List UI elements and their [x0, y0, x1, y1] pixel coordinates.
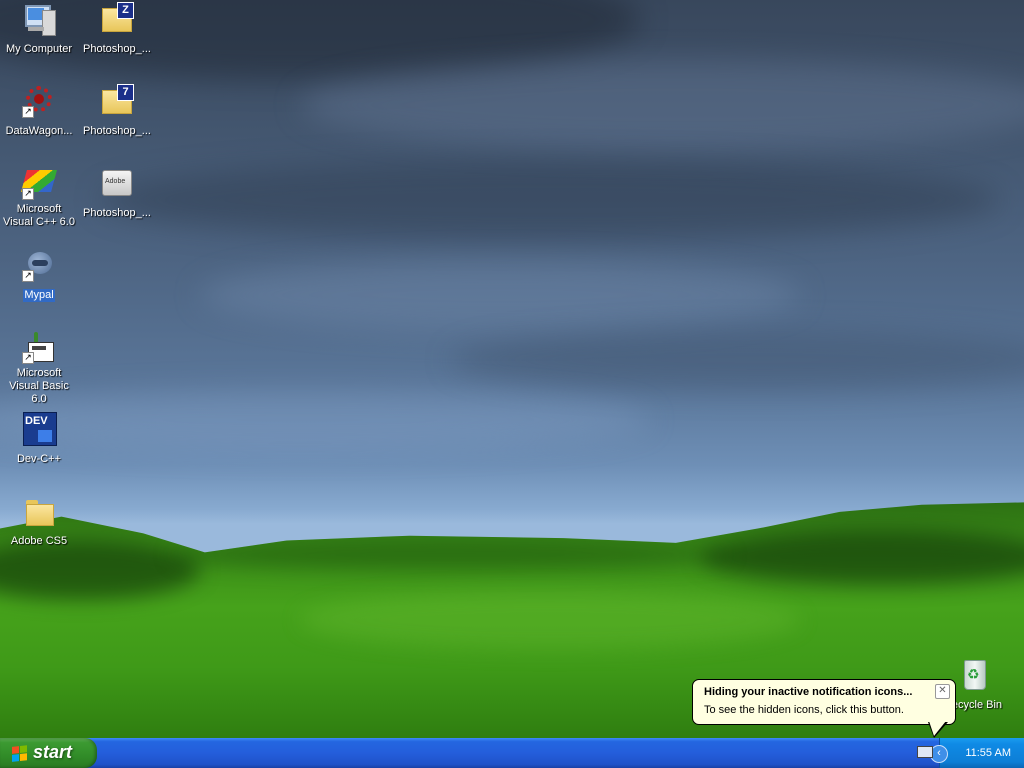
desktop-icon-mypal[interactable]: ↗ Mypal — [0, 248, 78, 303]
my-computer-icon — [22, 2, 56, 36]
desktop-icon-visual-basic[interactable]: ↗ Microsoft Visual Basic 6.0 — [0, 330, 78, 407]
desktop-icon-adobe-cs5[interactable]: Adobe CS5 — [0, 494, 78, 549]
shortcut-arrow-icon: ↗ — [22, 188, 34, 200]
7z-folder-icon: 7 — [100, 84, 134, 118]
clock[interactable]: 11:55 AM — [965, 747, 1011, 759]
start-label: start — [33, 742, 73, 762]
desktop-icon-photoshop-7z[interactable]: 7 Photoshop_... — [78, 84, 156, 139]
shortcut-arrow-icon: ↗ — [22, 106, 34, 118]
recycle-bin-icon: ♻ — [956, 658, 990, 692]
icon-label: Photoshop_... — [83, 125, 151, 137]
shortcut-arrow-icon: ↗ — [22, 352, 34, 364]
adobe-badge: Adobe — [105, 178, 126, 185]
icon-label: Microsoft Visual C++ 6.0 — [3, 203, 75, 228]
icon-label: My Computer — [5, 43, 73, 55]
icon-label: Microsoft Visual Basic 6.0 — [9, 367, 69, 405]
desktop-icon-photoshop-zip[interactable]: Z Photoshop_... — [78, 2, 156, 57]
visual-basic-icon: ↗ — [22, 330, 56, 364]
windows-logo-icon — [12, 745, 28, 762]
adobe-box-icon: Adobe — [100, 166, 134, 200]
dev-cpp-icon: DEV — [22, 412, 57, 446]
balloon-tail-fill — [929, 721, 946, 736]
datawagon-icon: ↗ — [22, 84, 56, 118]
mypal-icon: ↗ — [22, 248, 56, 282]
desktop-icon-datawagon[interactable]: ↗ DataWagon... — [0, 84, 78, 139]
notification-balloon[interactable]: Hiding your inactive notification icons.… — [692, 679, 956, 725]
desktop-icon-dev-cpp[interactable]: DEV Dev-C++ — [0, 412, 78, 467]
system-tray[interactable]: ‹ 11:55 AM — [930, 738, 1024, 768]
visual-cpp-icon: ↗ — [21, 166, 57, 200]
chevron-left-icon: ‹ — [937, 747, 941, 759]
icon-label: Dev-C++ — [16, 453, 62, 465]
folder-icon — [22, 494, 56, 528]
balloon-title: Hiding your inactive notification icons.… — [704, 686, 913, 698]
balloon-text: To see the hidden icons, click this butt… — [704, 704, 904, 716]
desktop-icon-visual-cpp[interactable]: ↗ Microsoft Visual C++ 6.0 — [0, 166, 78, 230]
desktop-icon-my-computer[interactable]: My Computer — [0, 2, 78, 57]
icon-label: Photoshop_... — [83, 207, 151, 219]
icon-label: DataWagon... — [5, 125, 73, 137]
shortcut-arrow-icon: ↗ — [22, 270, 34, 282]
desktop[interactable]: My Computer ↗ DataWagon... ↗ Microsoft V… — [0, 0, 1024, 738]
icon-label: Mypal — [23, 289, 55, 302]
taskbar[interactable]: start ‹ 11:55 AM — [0, 738, 1024, 768]
desktop-icon-photoshop-adobe[interactable]: Adobe Photoshop_... — [78, 166, 156, 221]
dev-badge: DEV — [25, 415, 48, 427]
icon-label: Photoshop_... — [83, 43, 151, 55]
keyboard-icon[interactable] — [917, 746, 933, 758]
zip-folder-icon: Z — [100, 2, 134, 36]
icon-label: Adobe CS5 — [10, 535, 68, 547]
close-icon: ✕ — [938, 685, 947, 696]
start-button[interactable]: start — [0, 738, 97, 768]
balloon-close-button[interactable]: ✕ — [935, 684, 950, 699]
